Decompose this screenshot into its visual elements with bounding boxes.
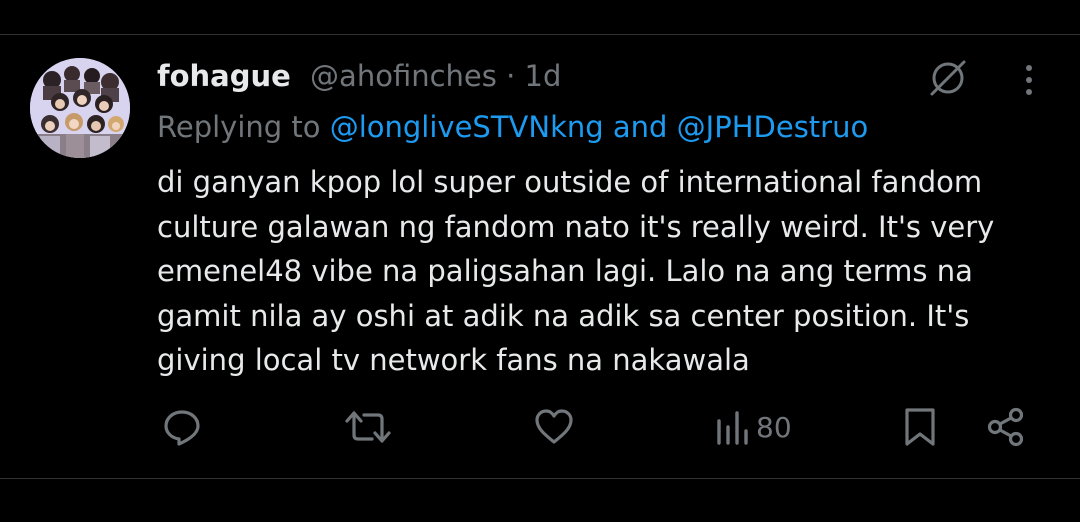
avatar-image <box>30 58 130 158</box>
tweet-text: di ganyan kpop lol super outside of inte… <box>157 160 1057 383</box>
bookmark-button[interactable] <box>900 405 940 449</box>
views-button[interactable]: 80 <box>714 405 792 449</box>
replying-to: Replying to @longliveSTVNkng and @JPHDes… <box>157 107 868 147</box>
reply-icon <box>164 410 200 446</box>
tweet-text-line: gamit nila ay oshi at adik na adik sa ce… <box>157 298 970 333</box>
tweet-container: fohague @ahofinches · 1d Replying to @lo… <box>0 0 1080 522</box>
share-icon <box>987 407 1024 447</box>
mention-conjunction[interactable]: and <box>613 110 668 144</box>
reply-button[interactable] <box>160 405 204 449</box>
divider-top <box>0 34 1080 35</box>
grok-icon[interactable] <box>928 58 968 102</box>
display-name[interactable]: fohague <box>157 59 291 93</box>
retweet-icon <box>345 411 391 443</box>
share-button[interactable] <box>984 405 1028 449</box>
divider-bottom <box>0 478 1080 479</box>
views-count: 80 <box>756 410 792 444</box>
retweet-button[interactable] <box>344 405 392 449</box>
mention-link-1[interactable]: @longliveSTVNkng <box>330 110 604 144</box>
user-handle[interactable]: @ahofinches <box>310 59 497 93</box>
more-icon[interactable] <box>1018 62 1040 102</box>
mention-link-2[interactable]: @JPHDestruo <box>677 110 869 144</box>
replying-prefix: Replying to <box>157 110 321 144</box>
tweet-text-line: di ganyan kpop lol super outside of inte… <box>157 165 983 199</box>
timestamp[interactable]: 1d <box>525 59 562 93</box>
separator-dot: · <box>506 59 516 93</box>
like-button[interactable] <box>532 405 576 449</box>
tweet-header: fohague @ahofinches · 1d <box>157 56 561 96</box>
like-icon <box>535 409 573 444</box>
avatar[interactable] <box>30 58 130 158</box>
tweet-text-line: culture galawan ng fandom nato it's real… <box>157 209 995 244</box>
views-icon <box>717 411 748 445</box>
bookmark-icon <box>905 408 935 446</box>
tweet-text-line: giving local tv network fans na nakawala <box>157 343 750 377</box>
tweet-text-line: emenel48 vibe na paligsahan lagi. Lalo n… <box>157 254 973 288</box>
